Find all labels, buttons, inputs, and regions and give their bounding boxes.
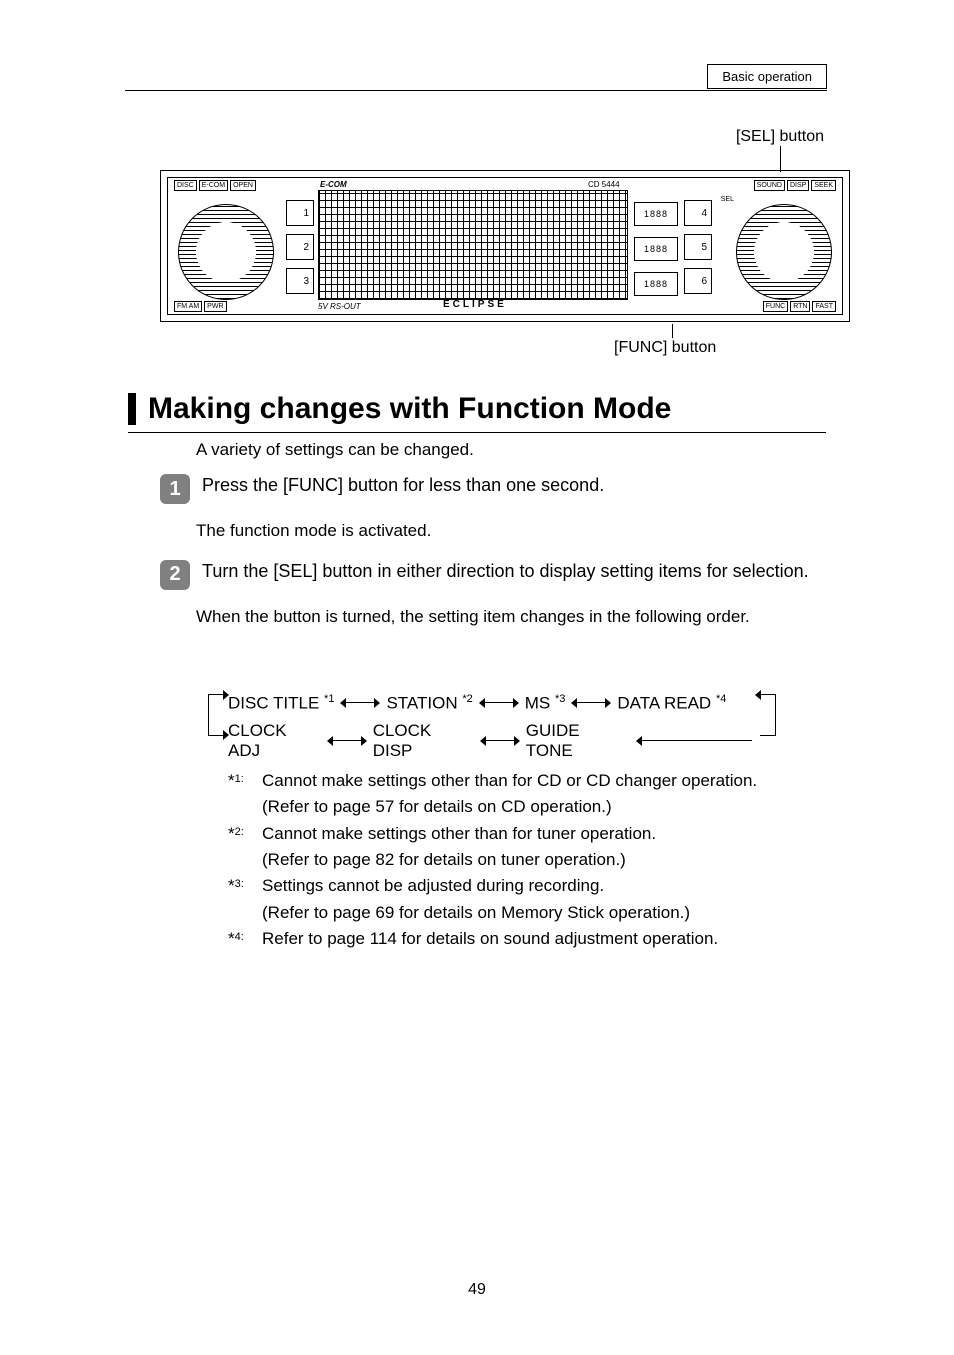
left-number-buttons: 1 2 3 bbox=[286, 200, 314, 294]
intro-text: A variety of settings can be changed. bbox=[196, 440, 474, 460]
lcd-side-1: 1888 bbox=[634, 202, 678, 226]
device-bottom-right-buttons: FUNC RTN FAST bbox=[763, 301, 836, 312]
device-brand: ECLIPSE bbox=[443, 299, 507, 310]
note-1-mark: *1: bbox=[228, 768, 262, 821]
arrow-icon bbox=[327, 736, 366, 746]
flow-clock-adj: CLOCK ADJ bbox=[228, 721, 321, 761]
step-1: 1 Press the [FUNC] button for less than … bbox=[160, 474, 826, 504]
note-3-line-1: Settings cannot be adjusted during recor… bbox=[262, 873, 826, 899]
flow-right-bracket bbox=[760, 694, 776, 736]
callout-func-leader bbox=[672, 324, 673, 338]
step-1-number: 1 bbox=[160, 474, 190, 504]
btn-2: 2 bbox=[286, 234, 314, 260]
device-bottom-left-buttons: FM AM PWR bbox=[174, 301, 227, 312]
steps: 1 Press the [FUNC] button for less than … bbox=[160, 474, 826, 629]
note-1-line-2: (Refer to page 57 for details on CD oper… bbox=[262, 794, 826, 820]
note-2-mark: *2: bbox=[228, 821, 262, 874]
btn-ecom: E-COM bbox=[199, 180, 228, 191]
btn-3: 3 bbox=[286, 268, 314, 294]
lineout-label: 5V RS-OUT bbox=[318, 302, 361, 311]
note-3: *3: Settings cannot be adjusted during r… bbox=[228, 873, 826, 926]
step-2-number: 2 bbox=[160, 560, 190, 590]
arrow-icon bbox=[479, 698, 519, 708]
btn-sound: SOUND bbox=[754, 180, 785, 191]
footnotes: *1: Cannot make settings other than for … bbox=[228, 768, 826, 952]
device-top-left-buttons: DISC E-COM OPEN bbox=[174, 180, 256, 191]
header-category: Basic operation bbox=[707, 64, 827, 89]
device-illustration: DISC E-COM OPEN SOUND DISP SEEK 1 2 3 E-… bbox=[160, 170, 850, 322]
flow-clock-disp: CLOCK DISP bbox=[373, 721, 475, 761]
right-knob bbox=[736, 204, 832, 300]
btn-disc: DISC bbox=[174, 180, 197, 191]
btn-6: 6 bbox=[684, 268, 712, 294]
btn-fast: FAST bbox=[812, 301, 836, 312]
device-top-right-buttons: SOUND DISP SEEK bbox=[754, 180, 836, 191]
note-4-mark: *4: bbox=[228, 926, 262, 952]
note-4-line-1: Refer to page 114 for details on sound a… bbox=[262, 926, 826, 952]
note-3-mark: *3: bbox=[228, 873, 262, 926]
arrow-left-icon bbox=[636, 736, 752, 746]
btn-func: FUNC bbox=[763, 301, 788, 312]
btn-fmam: FM AM bbox=[174, 301, 202, 312]
note-3-line-2: (Refer to page 69 for details on Memory … bbox=[262, 900, 826, 926]
btn-open: OPEN bbox=[230, 180, 256, 191]
lcd-side-3: 1888 bbox=[634, 272, 678, 296]
note-1: *1: Cannot make settings other than for … bbox=[228, 768, 826, 821]
page-number: 49 bbox=[0, 1281, 954, 1299]
btn-disp: DISP bbox=[787, 180, 809, 191]
flow-disc-title: DISC TITLE *1 bbox=[228, 693, 334, 714]
header-rule bbox=[125, 90, 827, 91]
flow-guide-tone: GUIDE TONE bbox=[526, 721, 630, 761]
section-title: Making changes with Function Mode bbox=[148, 392, 671, 426]
callout-sel-label: [SEL] button bbox=[736, 128, 824, 146]
note-2-line-1: Cannot make settings other than for tune… bbox=[262, 821, 826, 847]
flow-row-2: CLOCK ADJ CLOCK DISP GUIDE TONE bbox=[228, 726, 758, 756]
note-1-line-1: Cannot make settings other than for CD o… bbox=[262, 768, 826, 794]
flow-left-bracket bbox=[208, 694, 224, 736]
arrow-icon bbox=[340, 698, 380, 708]
btn-pwr: PWR bbox=[204, 301, 226, 312]
callout-func-label: [FUNC] button bbox=[614, 339, 716, 357]
title-marker-icon bbox=[128, 393, 136, 425]
left-knob bbox=[178, 204, 274, 300]
device-lcd bbox=[318, 190, 628, 300]
ecom-label: E-COM bbox=[320, 180, 347, 189]
step-2: 2 Turn the [SEL] button in either direct… bbox=[160, 560, 826, 590]
arrow-icon bbox=[571, 698, 611, 708]
note-4: *4: Refer to page 114 for details on sou… bbox=[228, 926, 826, 952]
btn-seek: SEEK bbox=[811, 180, 836, 191]
flow-row-1: DISC TITLE *1 STATION *2 MS *3 DATA READ… bbox=[228, 688, 758, 718]
flow-diagram: DISC TITLE *1 STATION *2 MS *3 DATA READ… bbox=[228, 688, 758, 756]
device-outer-frame: DISC E-COM OPEN SOUND DISP SEEK 1 2 3 E-… bbox=[167, 177, 843, 315]
callout-sel-leader bbox=[780, 146, 781, 172]
note-2: *2: Cannot make settings other than for … bbox=[228, 821, 826, 874]
section-title-wrap: Making changes with Function Mode bbox=[128, 392, 826, 433]
btn-1: 1 bbox=[286, 200, 314, 226]
arrow-icon bbox=[480, 736, 519, 746]
right-number-buttons: 4 5 6 bbox=[684, 200, 712, 294]
step-1-head: Press the [FUNC] button for less than on… bbox=[202, 474, 826, 497]
flow-ms: MS *3 bbox=[525, 693, 566, 714]
step-1-desc: The function mode is activated. bbox=[196, 518, 826, 544]
lcd-side-nums: 1888 1888 1888 bbox=[634, 202, 654, 296]
lcd-side-2: 1888 bbox=[634, 237, 678, 261]
model-label: CD 5444 bbox=[588, 180, 620, 189]
btn-rtn: RTN bbox=[790, 301, 810, 312]
flow-station: STATION *2 bbox=[386, 693, 472, 714]
flow-data-read: DATA READ *4 bbox=[617, 693, 726, 714]
btn-5: 5 bbox=[684, 234, 712, 260]
sel-label: SEL bbox=[721, 196, 734, 203]
btn-4: 4 bbox=[684, 200, 712, 226]
note-2-line-2: (Refer to page 82 for details on tuner o… bbox=[262, 847, 826, 873]
step-2-head: Turn the [SEL] button in either directio… bbox=[202, 560, 826, 583]
step-2-desc: When the button is turned, the setting i… bbox=[196, 604, 826, 630]
